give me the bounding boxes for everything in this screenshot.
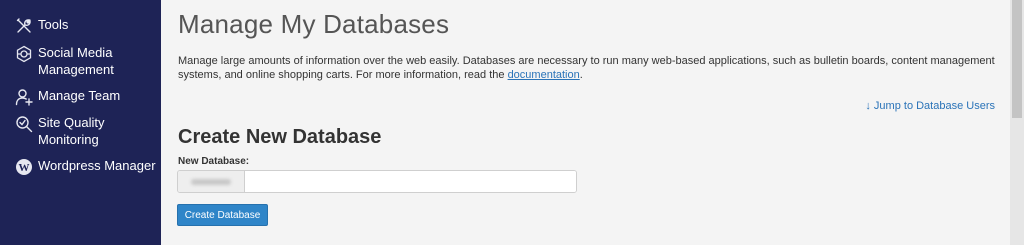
sidebar: Tools Social Media Management Manage Tea…: [0, 0, 161, 245]
sidebar-item-label: Manage Team: [38, 88, 121, 103]
wordpress-icon: W: [15, 158, 33, 176]
scrollbar-thumb[interactable]: [1012, 0, 1022, 118]
manage-team-icon: [15, 88, 33, 106]
sidebar-item-label: Wordpress Manager: [38, 158, 156, 173]
new-database-field: [177, 170, 577, 193]
new-database-input[interactable]: [245, 171, 576, 192]
description-period: .: [579, 69, 583, 81]
section-title: Create New Database: [178, 126, 382, 148]
description-text: Manage large amounts of information over…: [178, 55, 995, 81]
documentation-link[interactable]: documentation: [508, 69, 580, 81]
create-database-button[interactable]: Create Database: [177, 204, 268, 226]
page-title: Manage My Databases: [178, 9, 450, 39]
main-content: Manage My Databases Manage large amounts…: [161, 0, 1010, 245]
jump-to-database-users-link[interactable]: ↓ Jump to Database Users: [865, 100, 995, 112]
sidebar-item-label: Tools: [38, 17, 69, 32]
prefix-redacted: [191, 178, 231, 185]
tools-icon: [15, 17, 33, 35]
scrollbar[interactable]: [1010, 0, 1024, 245]
sidebar-item-label: Site Quality Monitoring: [38, 115, 105, 147]
social-media-icon: [15, 45, 33, 63]
page-description: Manage large amounts of information over…: [178, 54, 998, 82]
sidebar-item-label: Social Media Management: [38, 45, 114, 77]
new-database-label: New Database:: [178, 156, 250, 167]
svg-text:W: W: [19, 162, 30, 174]
database-prefix: [178, 171, 245, 192]
site-quality-icon: [15, 115, 33, 133]
